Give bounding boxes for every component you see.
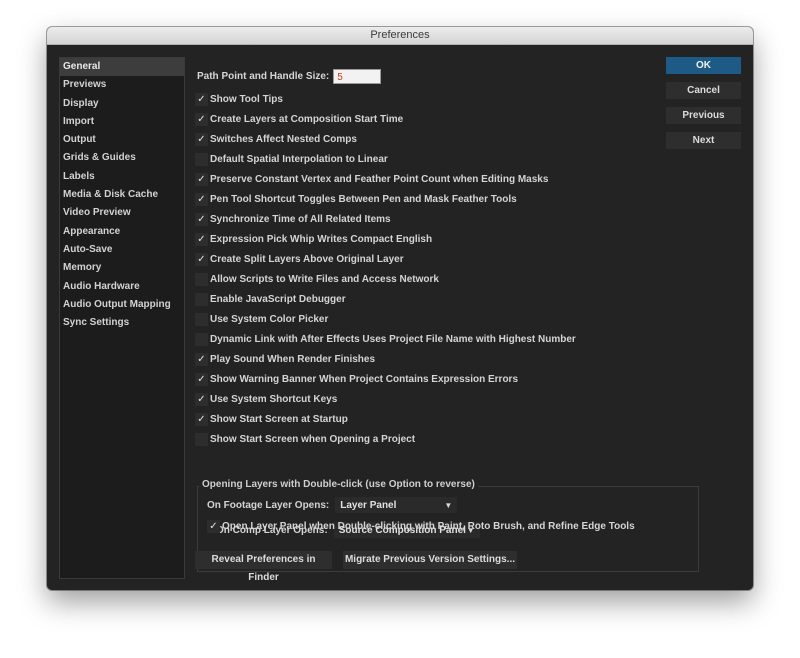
checkbox-label: Switches Affect Nested Comps (210, 133, 357, 145)
checkmark-icon[interactable]: ✓ (195, 232, 208, 246)
chevron-down-icon: ▼ (444, 500, 453, 510)
checkmark-icon[interactable]: ✓ (195, 132, 208, 146)
path-point-label: Path Point and Handle Size: (197, 70, 330, 82)
next-button[interactable]: Next (666, 132, 741, 149)
path-point-row: Path Point and Handle Size: 5 (197, 68, 382, 84)
sidebar-item-media-disk-cache[interactable]: Media & Disk Cache (60, 186, 184, 204)
checkbox-label: Create Split Layers Above Original Layer (210, 253, 404, 265)
checkbox-row[interactable]: Enable JavaScript Debugger (195, 291, 346, 307)
checkmark-icon[interactable]: ✓ (195, 352, 208, 366)
checkmark-icon[interactable]: ✓ (195, 192, 208, 206)
sidebar-item-video-preview[interactable]: Video Preview (60, 204, 184, 222)
previous-button[interactable]: Previous (666, 107, 741, 124)
sidebar-item-sync-settings[interactable]: Sync Settings (60, 314, 184, 332)
checkmark-icon[interactable]: ✓ (195, 392, 208, 406)
checkmark-icon[interactable]: ✓ (195, 252, 208, 266)
checkbox[interactable] (195, 152, 208, 166)
checkbox-label: Use System Shortcut Keys (210, 393, 338, 405)
window-title: Preferences (47, 27, 753, 45)
checkbox-label: Show Tool Tips (210, 93, 283, 105)
checkbox-label: Show Start Screen at Startup (210, 413, 348, 425)
sidebar-item-labels[interactable]: Labels (60, 168, 184, 186)
checkbox-label: Preserve Constant Vertex and Feather Poi… (210, 173, 549, 185)
checkbox-label: Dynamic Link with After Effects Uses Pro… (210, 333, 576, 345)
checkbox-row[interactable]: ✓ Preserve Constant Vertex and Feather P… (195, 171, 548, 187)
checkbox[interactable] (195, 332, 208, 346)
cancel-button[interactable]: Cancel (666, 82, 741, 99)
reveal-preferences-button[interactable]: Reveal Preferences in Finder (195, 551, 332, 583)
checkbox-row[interactable]: ✓ Pen Tool Shortcut Toggles Between Pen … (195, 191, 517, 207)
checkbox[interactable] (195, 312, 208, 326)
checkbox[interactable] (195, 272, 208, 286)
double-click-group-title: Opening Layers with Double-click (use Op… (199, 479, 478, 490)
checkbox-row[interactable]: ✓ Show Tool Tips (195, 91, 283, 107)
footage-layer-dropdown[interactable]: Layer Panel ▼ (335, 497, 458, 513)
footage-layer-value: Layer Panel (340, 499, 397, 511)
checkmark-icon[interactable]: ✓ (195, 412, 208, 426)
sidebar: General Previews Display Import Output G… (59, 57, 185, 579)
checkbox-row[interactable]: ✓ Switches Affect Nested Comps (195, 131, 357, 147)
sidebar-item-output[interactable]: Output (60, 131, 184, 149)
sidebar-item-import[interactable]: Import (60, 113, 184, 131)
sidebar-item-appearance[interactable]: Appearance (60, 223, 184, 241)
checkbox-row[interactable]: Allow Scripts to Write Files and Access … (195, 271, 439, 287)
checkbox-label: Create Layers at Composition Start Time (210, 113, 404, 125)
checkmark-icon[interactable]: ✓ (195, 112, 208, 126)
preferences-window: Preferences General Previews Display Imp… (47, 27, 753, 590)
checkbox-label: Allow Scripts to Write Files and Access … (210, 273, 439, 285)
checkbox-row[interactable]: Dynamic Link with After Effects Uses Pro… (195, 331, 576, 347)
sidebar-item-auto-save[interactable]: Auto-Save (60, 241, 184, 259)
footage-layer-row: On Footage Layer Opens: Layer Panel ▼ (207, 497, 458, 513)
checkmark-icon[interactable]: ✓ (195, 172, 208, 186)
sidebar-item-memory[interactable]: Memory (60, 259, 184, 277)
sidebar-item-previews[interactable]: Previews (60, 76, 184, 94)
sidebar-item-display[interactable]: Display (60, 95, 184, 113)
ok-button[interactable]: OK (666, 57, 741, 74)
checkbox-row[interactable]: ✓ Show Warning Banner When Project Conta… (195, 371, 518, 387)
checkmark-icon[interactable]: ✓ (207, 519, 220, 533)
checkbox-row[interactable]: Show Start Screen when Opening a Project (195, 431, 415, 447)
migrate-settings-button[interactable]: Migrate Previous Version Settings... (343, 551, 517, 569)
checkbox-row[interactable]: ✓ Use System Shortcut Keys (195, 391, 337, 407)
checkbox-label: Enable JavaScript Debugger (210, 293, 346, 305)
checkbox-label: Synchronize Time of All Related Items (210, 213, 391, 225)
sidebar-item-audio-output-mapping[interactable]: Audio Output Mapping (60, 296, 184, 314)
checkbox-row[interactable]: ✓ Create Layers at Composition Start Tim… (195, 111, 403, 127)
checkbox-label: Use System Color Picker (210, 313, 329, 325)
checkbox-row[interactable]: ✓ Show Start Screen at Startup (195, 411, 348, 427)
checkbox-row[interactable]: ✓ Play Sound When Render Finishes (195, 351, 375, 367)
sidebar-item-audio-hardware[interactable]: Audio Hardware (60, 278, 184, 296)
checkbox[interactable] (195, 292, 208, 306)
checkbox-row[interactable]: Use System Color Picker (195, 311, 328, 327)
checkmark-icon[interactable]: ✓ (195, 92, 208, 106)
checkbox-row[interactable]: Default Spatial Interpolation to Linear (195, 151, 388, 167)
checkbox-label: Show Warning Banner When Project Contain… (210, 373, 519, 385)
checkbox-label: Default Spatial Interpolation to Linear (210, 153, 388, 165)
sidebar-item-grids-guides[interactable]: Grids & Guides (60, 149, 184, 167)
checkbox-row[interactable]: ✓ Expression Pick Whip Writes Compact En… (195, 231, 432, 247)
path-point-size-input[interactable]: 5 (333, 68, 382, 84)
checkbox-label: Pen Tool Shortcut Toggles Between Pen an… (210, 193, 517, 205)
checkbox-row[interactable]: ✓ Create Split Layers Above Original Lay… (195, 251, 404, 267)
paint-tools-checkbox-row[interactable]: ✓ Open Layer Panel when Double-clicking … (207, 518, 635, 534)
checkbox-label: Show Start Screen when Opening a Project (210, 433, 416, 445)
checkbox-label: Expression Pick Whip Writes Compact Engl… (210, 233, 433, 245)
sidebar-item-general[interactable]: General (60, 58, 184, 77)
checkbox[interactable] (195, 432, 208, 446)
checkmark-icon[interactable]: ✓ (195, 372, 208, 386)
checkmark-icon[interactable]: ✓ (195, 212, 208, 226)
checkbox-label: Play Sound When Render Finishes (210, 353, 376, 365)
footage-layer-label: On Footage Layer Opens: (207, 499, 330, 511)
checkbox-row[interactable]: ✓ Synchronize Time of All Related Items (195, 211, 391, 227)
paint-tools-checkbox-label: Open Layer Panel when Double-clicking wi… (222, 520, 635, 532)
